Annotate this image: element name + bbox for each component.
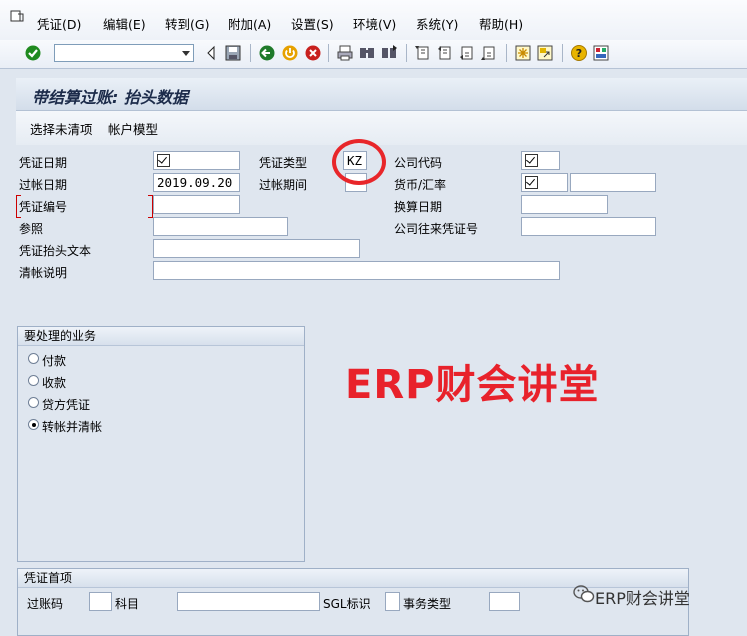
page-title: 带结算过账: 抬头数据 — [32, 88, 188, 107]
menu-system[interactable]: 系统(Y) — [416, 14, 458, 33]
enter-check-icon[interactable] — [24, 44, 42, 62]
menu-edit[interactable]: 编辑(E) — [103, 14, 146, 33]
sgl-indicator-field[interactable] — [385, 592, 400, 611]
menu-document[interactable]: 凭证(D) — [37, 14, 81, 33]
exit-icon[interactable] — [281, 44, 299, 62]
new-session-icon[interactable] — [514, 44, 532, 62]
transaction-type-field[interactable] — [489, 592, 520, 611]
translation-date-label: 换算日期 — [394, 200, 443, 214]
print-icon[interactable] — [336, 44, 354, 62]
wechat-icon — [573, 585, 595, 603]
first-page-icon[interactable] — [414, 44, 432, 62]
toolbar-separator — [406, 44, 407, 62]
required-check-icon — [525, 176, 538, 189]
radio-transfer-clearing[interactable] — [28, 419, 39, 430]
reference-label: 参照 — [19, 222, 44, 236]
radio-credit-memo[interactable] — [28, 397, 39, 408]
help-icon[interactable]: ? — [570, 44, 588, 62]
account-model-button[interactable]: 帐户模型 — [108, 119, 158, 138]
currency-label: 货币/汇率 — [394, 178, 447, 192]
doc-type-label: 凭证类型 — [259, 156, 308, 170]
radio-receipt[interactable] — [28, 375, 39, 386]
menu-icon[interactable] — [10, 10, 24, 22]
option-transfer-clearing-label: 转帐并清帐 — [42, 420, 103, 434]
option-credit-memo-label: 贷方凭证 — [42, 398, 91, 412]
option-receipt-label: 收款 — [42, 376, 67, 390]
menu-help[interactable]: 帮助(H) — [479, 14, 523, 33]
account-label: 科目 — [115, 597, 140, 611]
menu-environment[interactable]: 环境(V) — [353, 14, 396, 33]
currency-field[interactable] — [521, 173, 568, 192]
toolbar-separator — [562, 44, 563, 62]
toolbar-separator — [506, 44, 507, 62]
doc-date-label: 凭证日期 — [19, 156, 68, 170]
shortcut-icon[interactable] — [536, 44, 554, 62]
reference-field[interactable] — [153, 217, 288, 236]
menu-settings[interactable]: 设置(S) — [291, 14, 334, 33]
header-text-field[interactable] — [153, 239, 360, 258]
command-field[interactable] — [54, 44, 194, 62]
radio-payment[interactable] — [28, 353, 39, 364]
posting-date-label: 过帐日期 — [19, 178, 68, 192]
doc-date-field[interactable] — [153, 151, 240, 170]
translation-date-field[interactable] — [521, 195, 608, 214]
cancel-icon[interactable] — [304, 44, 322, 62]
chevron-down-icon[interactable] — [182, 51, 190, 56]
account-field[interactable] — [177, 592, 320, 611]
posting-key-label: 过账码 — [27, 597, 64, 611]
clearing-text-field[interactable] — [153, 261, 560, 280]
highlight-circle — [332, 139, 386, 185]
transaction-type-label: 事务类型 — [403, 597, 452, 611]
menu-extras[interactable]: 附加(A) — [228, 14, 271, 33]
transactions-group-title: 要处理的业务 — [18, 327, 304, 346]
required-check-icon — [157, 154, 170, 167]
required-check-icon — [525, 154, 538, 167]
posting-date-field[interactable]: 2019.09.20 — [153, 173, 240, 192]
sgl-indicator-label: SGL标识 — [323, 597, 371, 611]
find-next-icon[interactable] — [380, 44, 398, 62]
select-open-items-button[interactable]: 选择未清项 — [30, 119, 93, 138]
option-payment-label: 付款 — [42, 354, 67, 368]
clearing-text-label: 清帐说明 — [19, 266, 68, 280]
company-code-field[interactable] — [521, 151, 560, 170]
doc-number-field[interactable] — [153, 195, 240, 214]
toolbar-separator — [250, 44, 251, 62]
customize-layout-icon[interactable] — [592, 44, 610, 62]
cross-company-field[interactable] — [521, 217, 656, 236]
menu-goto[interactable]: 转到(G) — [165, 14, 209, 33]
toolbar-separator — [328, 44, 329, 62]
save-icon[interactable] — [224, 44, 242, 62]
period-label: 过帐期间 — [259, 178, 308, 192]
watermark-footer-text: ERP财会讲堂 — [595, 589, 690, 608]
find-icon[interactable] — [358, 44, 376, 62]
posting-key-field[interactable] — [89, 592, 112, 611]
company-code-label: 公司代码 — [394, 156, 443, 170]
prev-page-icon[interactable] — [436, 44, 454, 62]
header-text-label: 凭证抬头文本 — [19, 244, 92, 258]
watermark-text: ERP财会讲堂 — [345, 362, 600, 408]
next-page-icon[interactable] — [458, 44, 476, 62]
doc-number-label: 凭证编号 — [19, 200, 68, 214]
back-icon[interactable] — [258, 44, 276, 62]
exchange-rate-field[interactable] — [570, 173, 656, 192]
last-page-icon[interactable] — [480, 44, 498, 62]
cross-company-label: 公司往来凭证号 — [394, 222, 479, 236]
back-arrow-icon[interactable] — [202, 44, 220, 62]
svg-text:?: ? — [576, 47, 582, 60]
